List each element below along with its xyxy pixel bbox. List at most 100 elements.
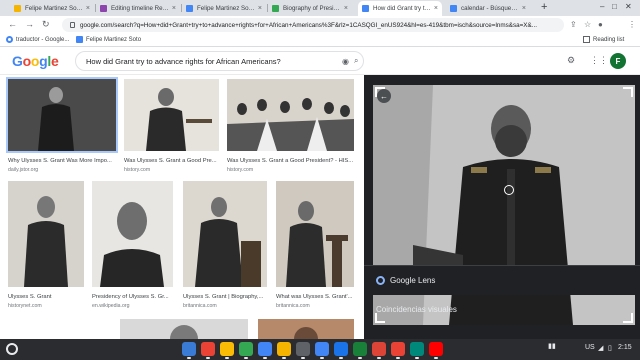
tab-title: Felipe Martinez Soto - G: [197, 5, 255, 12]
share-icon[interactable]: ⇪: [570, 20, 577, 29]
wifi-icon: ◢: [598, 345, 604, 352]
result-title[interactable]: Was Ulysses S. Grant a Good President? -…: [227, 158, 354, 164]
google-logo[interactable]: Google: [12, 53, 59, 69]
result-thumbnail[interactable]: [92, 181, 173, 287]
locale-indicator[interactable]: US: [585, 344, 595, 351]
chrome2-app-icon[interactable]: [372, 342, 386, 359]
chrome-app-icon[interactable]: [182, 342, 196, 359]
crop-corner[interactable]: [623, 87, 633, 97]
clock[interactable]: 2:15: [618, 344, 632, 351]
address-url: google.com/search?q=How+did+Grant+try+to…: [80, 21, 537, 29]
result-thumbnail[interactable]: [258, 319, 354, 339]
result-card-5[interactable]: Ulysses S. Grant | Biography,... britann…: [183, 181, 267, 311]
logo-letter: o: [22, 53, 32, 69]
result-card-8[interactable]: [258, 319, 354, 339]
lens-focus-dot[interactable]: [504, 185, 514, 195]
tab-2[interactable]: Felipe Martinez Soto - G×: [182, 1, 266, 16]
back-arrow-icon[interactable]: ←: [377, 89, 391, 103]
result-title[interactable]: What was Ulysses S. Grant'...: [276, 294, 354, 300]
result-card-2[interactable]: Was Ulysses S. Grant a Good President? -…: [227, 79, 354, 179]
result-title[interactable]: Ulysses S. Grant | Biography,...: [183, 294, 267, 300]
tab-close-icon[interactable]: ×: [344, 5, 348, 12]
bookmark-felipe[interactable]: Felipe Martinez Soto: [76, 36, 141, 43]
image-preview-panel: ← Google Lens Coincidencias visuales: [364, 75, 640, 339]
new-tab-button[interactable]: +: [541, 1, 547, 13]
grant-sepia-photo: [258, 319, 354, 339]
result-thumbnail[interactable]: [6, 77, 118, 153]
classroom-app-icon[interactable]: [277, 342, 291, 359]
result-source: britannica.com: [276, 303, 310, 309]
bookmark-translator[interactable]: traductor - Google...: [6, 36, 69, 43]
forward-icon[interactable]: →: [25, 19, 34, 29]
calendar-app-icon[interactable]: [334, 342, 348, 359]
result-title[interactable]: Why Ulysses S. Grant Was More Impo...: [8, 158, 116, 164]
back-icon[interactable]: ←: [8, 19, 17, 29]
youtube-app-icon[interactable]: [429, 342, 443, 359]
bookmark-label: Felipe Martinez Soto: [86, 36, 142, 43]
avatar[interactable]: F: [610, 53, 626, 69]
result-card-7[interactable]: [120, 319, 248, 339]
tab-favicon-icon: [272, 5, 279, 12]
result-title[interactable]: Was Ulysses S. Grant a Good Pre...: [124, 158, 219, 164]
docs-blue-app-icon[interactable]: [315, 342, 329, 359]
search-query: How did Grant try to advance rights for …: [86, 56, 281, 66]
camera-icon[interactable]: ◉: [342, 57, 349, 66]
tab-close-icon[interactable]: ×: [434, 5, 438, 12]
logo-letter: o: [30, 53, 40, 69]
tab-close-icon[interactable]: ×: [86, 5, 90, 12]
docs-app-icon[interactable]: [201, 342, 215, 359]
minimize-icon[interactable]: –: [600, 2, 604, 11]
apps-grid-icon[interactable]: ⋮⋮: [590, 55, 608, 66]
visual-matches-heading: Coincidencias visuales: [376, 305, 457, 314]
result-card-4[interactable]: Presidency of Ulysses S. Gr... en.wikipe…: [92, 181, 173, 311]
meet-app-icon[interactable]: [410, 342, 424, 359]
settings-icon[interactable]: ⚙: [567, 55, 575, 66]
result-thumbnail[interactable]: [183, 181, 267, 287]
result-thumbnail[interactable]: [8, 181, 84, 287]
result-card-1[interactable]: Was Ulysses S. Grant a Good Pre... histo…: [124, 79, 219, 179]
result-thumbnail[interactable]: [227, 79, 354, 151]
search-icon[interactable]: ⌕: [354, 56, 358, 66]
result-card-3[interactable]: Ulysses S. Grant historynet.com: [8, 181, 84, 311]
bookmark-star-icon[interactable]: ☆: [584, 20, 591, 29]
grant-standing-photo: [8, 79, 116, 151]
close-window-icon[interactable]: ✕: [625, 2, 632, 11]
menu-icon[interactable]: ⋮: [628, 20, 636, 29]
tab-close-icon[interactable]: ×: [522, 5, 526, 12]
result-thumbnail[interactable]: [276, 181, 354, 287]
result-title[interactable]: Presidency of Ulysses S. Gr...: [92, 294, 173, 300]
files-app-icon[interactable]: [296, 342, 310, 359]
result-card-0[interactable]: Why Ulysses S. Grant Was More Impo... da…: [6, 77, 118, 179]
sheets-app-icon[interactable]: [239, 342, 253, 359]
tab-4[interactable]: How did Grant try to adv×: [358, 1, 442, 16]
result-card-6[interactable]: What was Ulysses S. Grant'... britannica…: [276, 181, 354, 311]
crop-corner[interactable]: [623, 313, 633, 323]
reading-list-button[interactable]: Reading list: [583, 36, 624, 43]
tab-5[interactable]: calendar - Búsqueda de×: [446, 1, 530, 16]
tab-close-icon[interactable]: ×: [172, 5, 176, 12]
result-title[interactable]: Ulysses S. Grant: [8, 294, 84, 300]
result-thumbnail[interactable]: [120, 319, 248, 339]
drive-app-icon[interactable]: [220, 342, 234, 359]
tab-title: Biography of President: [283, 5, 341, 12]
address-bar[interactable]: google.com/search?q=How+did+Grant+try+to…: [62, 18, 564, 32]
account-icon[interactable]: ●: [598, 20, 603, 29]
os-shelf: ▮▮ US ◢ ▯ 2:15: [0, 339, 640, 360]
sheets2-app-icon[interactable]: [353, 342, 367, 359]
phone-hub-icon[interactable]: ▮▮: [548, 342, 556, 350]
crop-corner[interactable]: [375, 313, 385, 323]
tab-3[interactable]: Biography of President ×: [268, 1, 352, 16]
tab-close-icon[interactable]: ×: [258, 5, 262, 12]
slides-app-icon[interactable]: [258, 342, 272, 359]
launcher-icon[interactable]: [6, 343, 18, 355]
maximize-icon[interactable]: □: [612, 2, 617, 11]
google-lens-bar[interactable]: Google Lens: [364, 265, 640, 295]
result-source: en.wikipedia.org: [92, 303, 130, 309]
tab-0[interactable]: Felipe Martinez Soto - Lo×: [10, 1, 94, 16]
reload-icon[interactable]: ↻: [42, 19, 50, 30]
gmail-app-icon[interactable]: [391, 342, 405, 359]
tab-1[interactable]: Editing timeline Recons×: [96, 1, 180, 16]
search-input[interactable]: How did Grant try to advance rights for …: [75, 51, 364, 71]
google-header: Google How did Grant try to advance righ…: [0, 47, 640, 75]
result-thumbnail[interactable]: [124, 79, 219, 151]
